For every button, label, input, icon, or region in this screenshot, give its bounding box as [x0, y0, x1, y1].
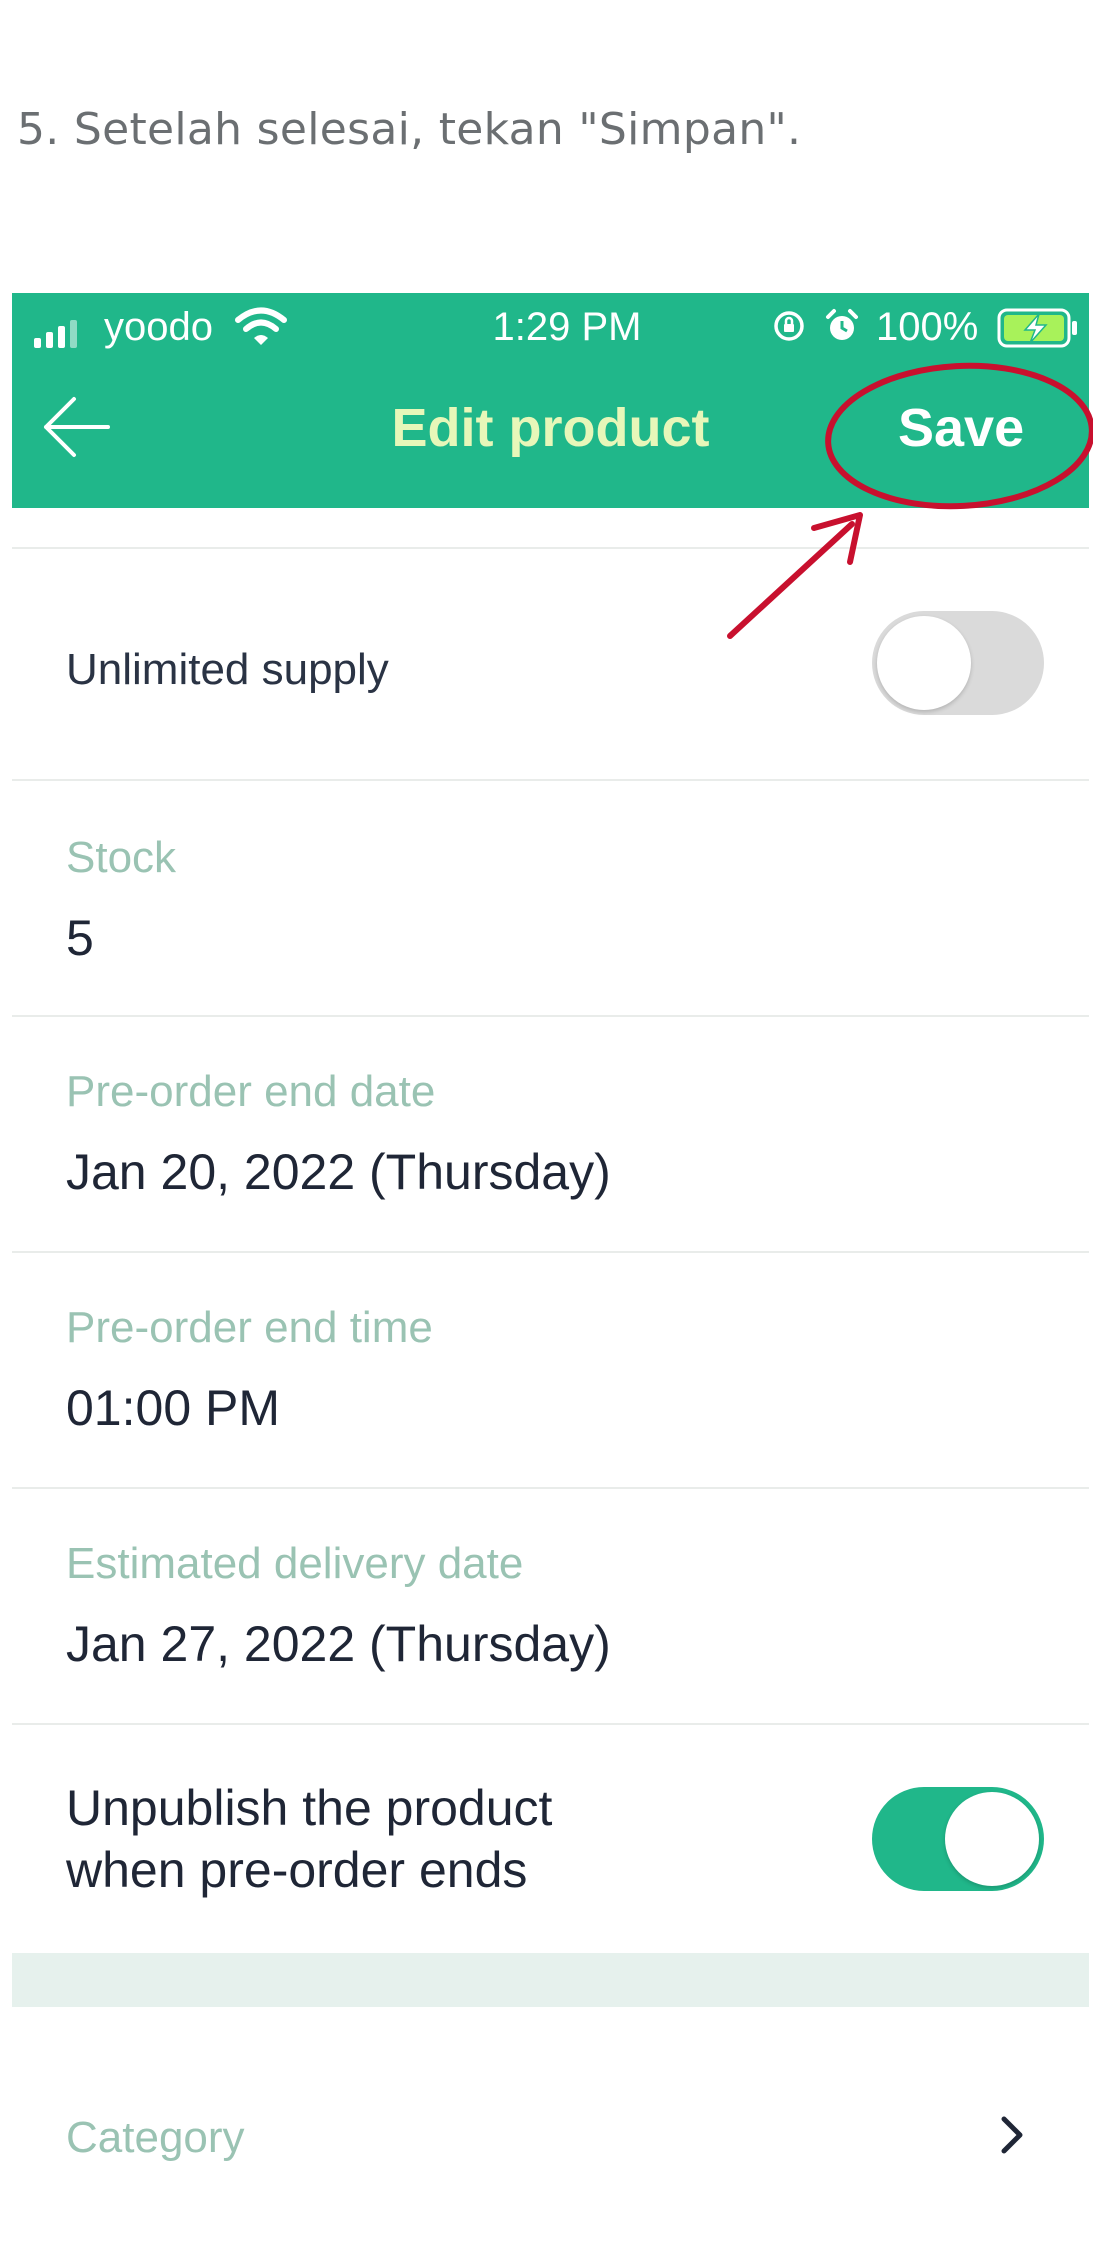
phone-screenshot: yoodo 1:29 PM 100% Edit product Save Unl…	[12, 293, 1089, 2253]
unpublish-label-line1: Unpublish the product	[66, 1780, 553, 1836]
toggle-knob	[877, 616, 971, 710]
preorder-end-date-value: Jan 20, 2022 (Thursday)	[66, 1144, 611, 1200]
estimated-delivery-date-value: Jan 27, 2022 (Thursday)	[66, 1616, 611, 1672]
app-header: yoodo 1:29 PM 100% Edit product Save	[12, 293, 1089, 508]
stock-field[interactable]: Stock 5	[12, 779, 1089, 1017]
category-row[interactable]: Category	[12, 2007, 1089, 2253]
unpublish-toggle[interactable]	[872, 1787, 1044, 1891]
category-label: Category	[66, 2113, 245, 2162]
wifi-icon	[235, 307, 287, 345]
alarm-icon	[826, 309, 858, 340]
carrier-name: yoodo	[104, 305, 213, 349]
unpublish-row: Unpublish the product when pre-order end…	[12, 1723, 1089, 1955]
battery-percent: 100%	[876, 305, 979, 349]
estimated-delivery-date-label: Estimated delivery date	[66, 1539, 524, 1588]
status-time: 1:29 PM	[492, 305, 642, 349]
unpublish-label-line2: when pre-order ends	[66, 1842, 528, 1898]
battery-charging-icon	[997, 308, 1077, 348]
preorder-end-date-field[interactable]: Pre-order end date Jan 20, 2022 (Thursda…	[12, 1015, 1089, 1253]
stock-value: 5	[66, 910, 94, 966]
unlimited-supply-toggle[interactable]	[872, 611, 1044, 715]
unlimited-supply-label: Unlimited supply	[66, 645, 389, 694]
signal-icon	[34, 318, 77, 348]
preorder-end-time-value: 01:00 PM	[66, 1380, 281, 1436]
section-divider	[12, 1953, 1089, 2007]
status-bar: yoodo 1:29 PM 100%	[12, 293, 1089, 365]
unlimited-supply-row: Unlimited supply	[12, 547, 1089, 781]
save-button[interactable]: Save	[898, 397, 1024, 459]
estimated-delivery-date-field[interactable]: Estimated delivery date Jan 27, 2022 (Th…	[12, 1487, 1089, 1725]
preorder-end-date-label: Pre-order end date	[66, 1067, 436, 1116]
stock-label: Stock	[66, 833, 177, 882]
preorder-end-time-field[interactable]: Pre-order end time 01:00 PM	[12, 1251, 1089, 1489]
toggle-knob	[945, 1792, 1039, 1886]
rotation-lock-icon	[774, 311, 804, 341]
preorder-end-time-label: Pre-order end time	[66, 1303, 433, 1352]
instruction-text: 5. Setelah selesai, tekan "Simpan".	[17, 104, 802, 155]
chevron-right-icon	[1001, 2116, 1023, 2154]
